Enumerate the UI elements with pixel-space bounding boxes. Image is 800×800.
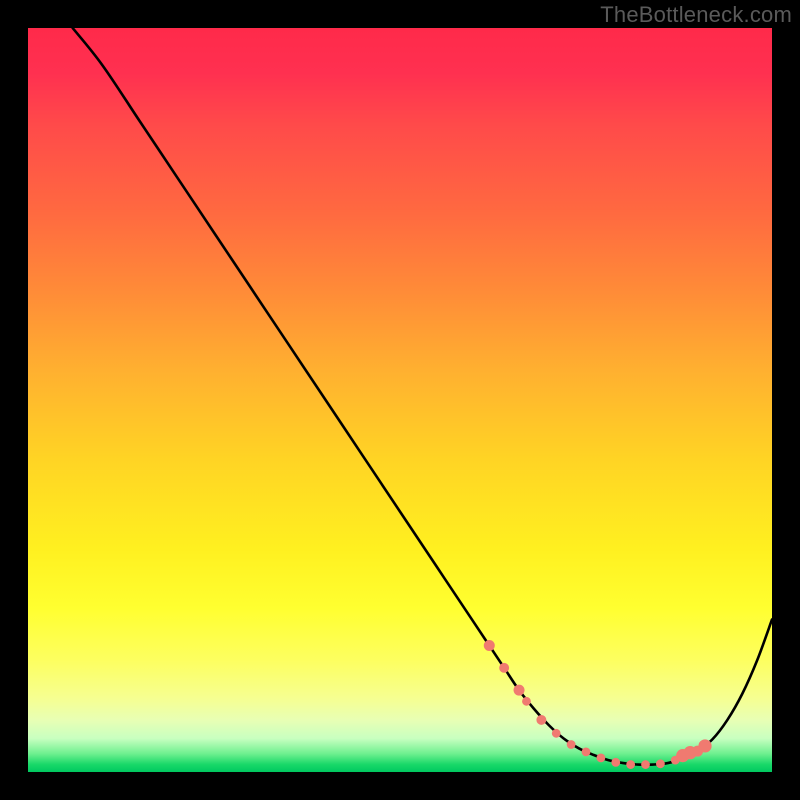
plot-area [28,28,772,772]
marker-dot [611,758,620,767]
marker-dot [536,715,546,725]
marker-dot [499,663,509,673]
optimal-range-markers [484,640,712,769]
chart-frame: TheBottleneck.com [0,0,800,800]
marker-dot [567,740,576,749]
marker-dot [656,759,665,768]
marker-dot [596,753,605,762]
marker-dot [552,729,561,738]
marker-dot [698,739,711,752]
bottleneck-curve [73,28,772,765]
marker-dot [522,697,531,706]
watermark-text: TheBottleneck.com [600,2,792,28]
marker-dot [626,760,635,769]
marker-dot [582,748,591,757]
marker-dot [641,760,650,769]
marker-dot [484,640,495,651]
marker-dot [514,685,525,696]
curve-layer [28,28,772,772]
